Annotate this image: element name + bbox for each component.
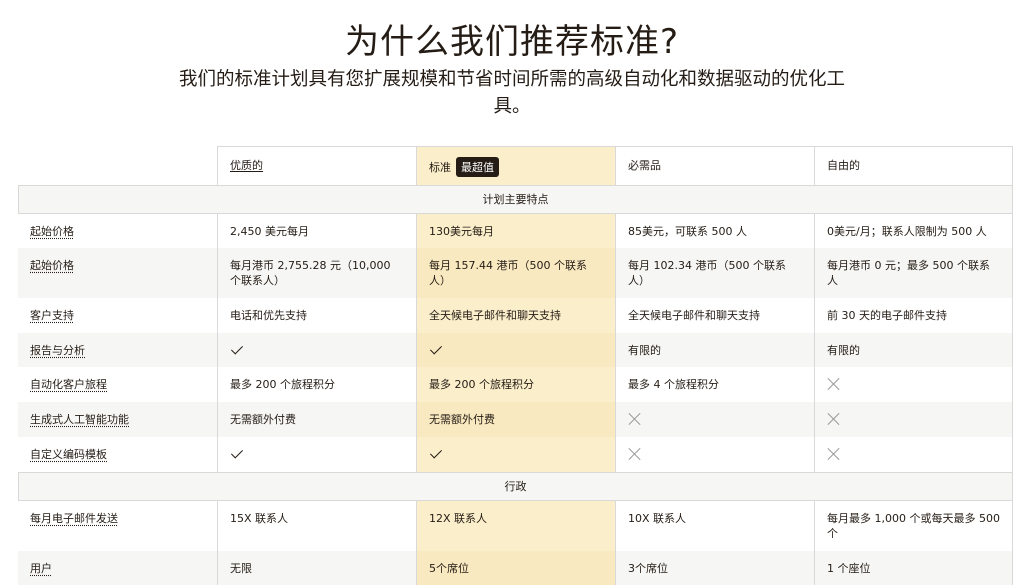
table-row: 起始价格 2,450 美元每月 130美元每月 85美元，可联系 500 人 0… (18, 214, 1013, 248)
table-cell: 每月港币 0 元；最多 500 个联系人 (814, 248, 1013, 298)
row-label[interactable]: 用户 (18, 551, 217, 585)
x-mark-icon (628, 447, 642, 461)
table-cell (217, 333, 416, 367)
table-cell (814, 367, 1013, 402)
table-row: 每月电子邮件发送 15X 联系人 12X 联系人 10X 联系人 每月最多 1,… (18, 501, 1013, 551)
table-cell: 最多 200 个旅程积分 (416, 367, 615, 402)
x-mark-icon (827, 447, 841, 461)
table-cell: 无需额外付费 (217, 402, 416, 437)
table-row: 用户 无限 5个席位 3个席位 1 个座位 (18, 551, 1013, 585)
table-cell: 5个席位 (416, 551, 615, 585)
table-cell: 无需额外付费 (416, 402, 615, 437)
x-mark-icon (827, 377, 841, 391)
table-cell (814, 402, 1013, 437)
table-cell: 有限的 (814, 333, 1013, 367)
table-cell: 130美元每月 (416, 214, 615, 248)
table-cell: 2,450 美元每月 (217, 214, 416, 248)
checkmark-icon (230, 447, 244, 461)
row-label[interactable]: 生成式人工智能功能 (18, 402, 217, 437)
page-subtitle: 我们的标准计划具有您扩展规模和节省时间所需的高级自动化和数据驱动的优化工具。 (178, 69, 845, 117)
row-label[interactable]: 起始价格 (18, 214, 217, 248)
table-row: 生成式人工智能功能 无需额外付费 无需额外付费 (18, 402, 1013, 437)
table-cell (416, 437, 615, 472)
table-cell (814, 437, 1013, 472)
row-label[interactable]: 自动化客户旅程 (18, 367, 217, 402)
plan-header-free[interactable]: 自由的 (814, 146, 1013, 185)
table-cell (615, 402, 814, 437)
table-cell: 全天候电子邮件和聊天支持 (615, 298, 814, 333)
comparison-table: 优质的 标准 最超值 必需品 自由的 计划主要特点 起始价格 2,450 美元每月… (18, 146, 1013, 585)
table-cell: 每月 102.34 港币（500 个联系人） (615, 248, 814, 298)
best-value-badge: 最超值 (456, 157, 499, 177)
row-label[interactable]: 客户支持 (18, 298, 217, 333)
table-cell (416, 333, 615, 367)
table-row: 自定义编码模板 (18, 437, 1013, 472)
table-cell: 85美元，可联系 500 人 (615, 214, 814, 248)
table-cell: 每月港币 2,755.28 元（10,000 个联系人） (217, 248, 416, 298)
checkmark-icon (429, 447, 443, 461)
table-cell: 每月 157.44 港币（500 个联系人） (416, 248, 615, 298)
x-mark-icon (628, 412, 642, 426)
checkmark-icon (429, 343, 443, 357)
row-label[interactable]: 起始价格 (18, 248, 217, 298)
page-title: 为什么我们推荐标准? (344, 22, 680, 62)
table-cell: 每月最多 1,000 个或每天最多 500 个 (814, 501, 1013, 551)
table-cell: 全天候电子邮件和聊天支持 (416, 298, 615, 333)
table-cell: 电话和优先支持 (217, 298, 416, 333)
table-cell: 3个席位 (615, 551, 814, 585)
section-header-features: 计划主要特点 (18, 185, 1013, 214)
row-label[interactable]: 每月电子邮件发送 (18, 501, 217, 551)
table-cell: 最多 4 个旅程积分 (615, 367, 814, 402)
section-header-admin: 行政 (18, 472, 1013, 501)
table-row: 自动化客户旅程 最多 200 个旅程积分 最多 200 个旅程积分 最多 4 个… (18, 367, 1013, 402)
plan-header-standard[interactable]: 标准 最超值 (416, 146, 615, 185)
row-label[interactable]: 报告与分析 (18, 333, 217, 367)
table-cell: 有限的 (615, 333, 814, 367)
table-cell (217, 437, 416, 472)
checkmark-icon (230, 343, 244, 357)
plan-header-row: 优质的 标准 最超值 必需品 自由的 (18, 146, 1013, 185)
table-row: 报告与分析 有限的 有限的 (18, 333, 1013, 367)
table-cell: 最多 200 个旅程积分 (217, 367, 416, 402)
table-cell: 前 30 天的电子邮件支持 (814, 298, 1013, 333)
plan-header-premium[interactable]: 优质的 (217, 146, 416, 185)
row-label[interactable]: 自定义编码模板 (18, 437, 217, 472)
table-cell: 无限 (217, 551, 416, 585)
table-row: 客户支持 电话和优先支持 全天候电子邮件和聊天支持 全天候电子邮件和聊天支持 前… (18, 298, 1013, 333)
table-cell: 12X 联系人 (416, 501, 615, 551)
table-cell: 1 个座位 (814, 551, 1013, 585)
x-mark-icon (827, 412, 841, 426)
plan-header-essentials[interactable]: 必需品 (615, 146, 814, 185)
table-cell: 15X 联系人 (217, 501, 416, 551)
table-cell: 10X 联系人 (615, 501, 814, 551)
table-cell: 0美元/月；联系人限制为 500 人 (814, 214, 1013, 248)
table-cell (615, 437, 814, 472)
table-row: 起始价格 每月港币 2,755.28 元（10,000 个联系人） 每月 157… (18, 248, 1013, 298)
